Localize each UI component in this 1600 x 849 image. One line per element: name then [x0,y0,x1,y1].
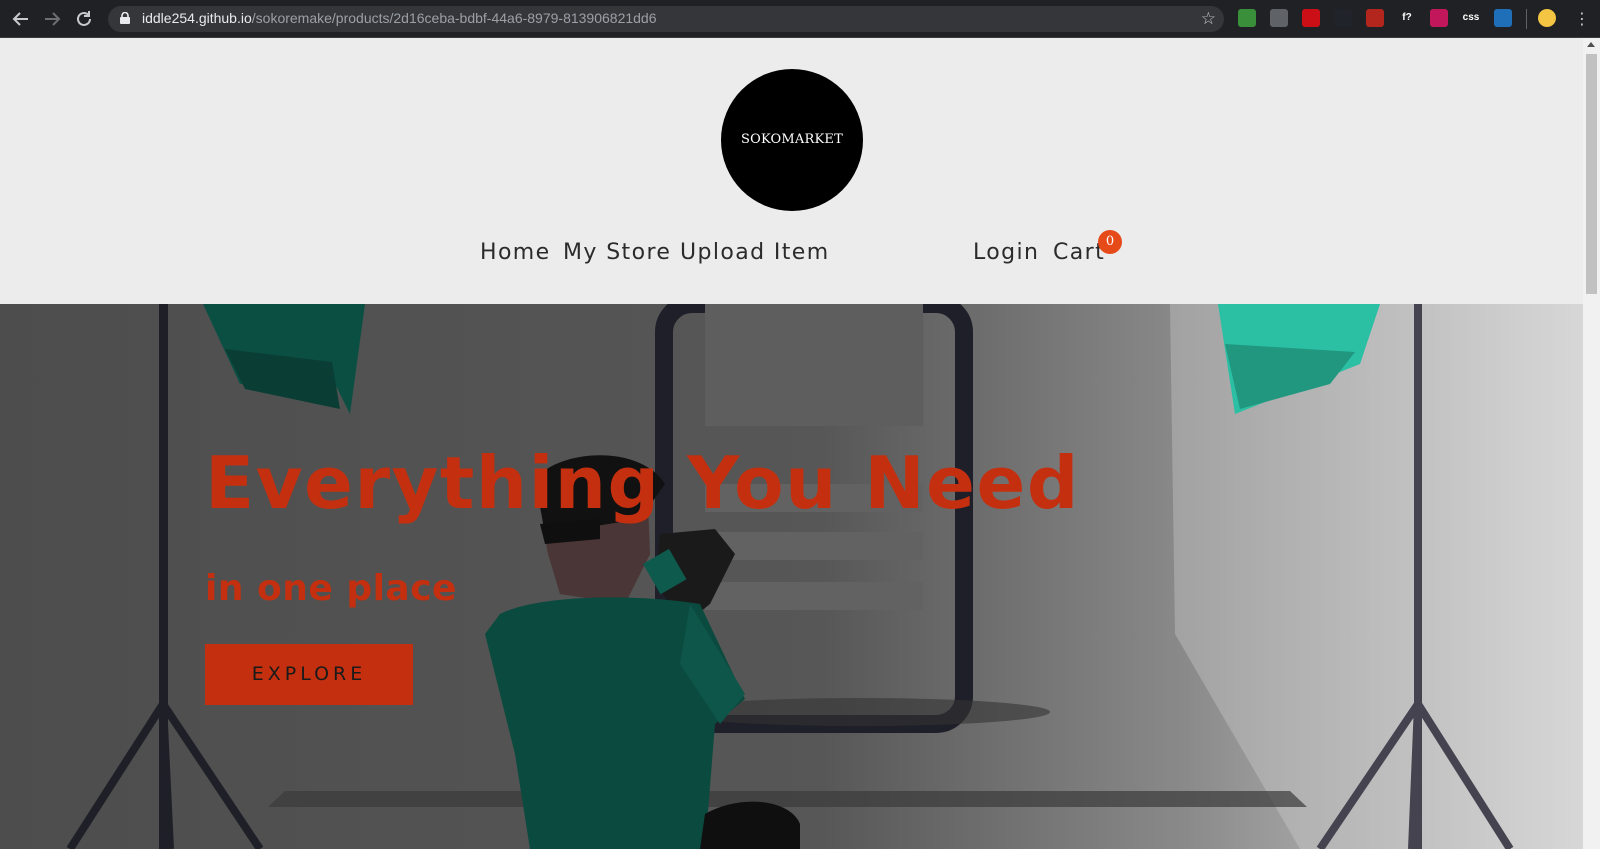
hero-section: Everything You Need in one place EXPLORE [0,304,1583,849]
css-extension-icon[interactable]: css [1462,9,1480,27]
reload-icon [77,11,91,26]
cart-count-badge: 0 [1098,230,1122,254]
nav-upload-item-link[interactable]: Upload Item [680,240,830,265]
address-bar[interactable]: iddle254.github.io/sokoremake/products/2… [108,6,1224,32]
opera-extension-icon[interactable] [1302,9,1320,27]
star-icon: ☆ [1200,9,1216,29]
nav-my-store-link[interactable]: My Store [563,240,671,265]
site-header: SOKOMARKET Home My Store Upload Item Log… [0,38,1583,304]
spinner-extension-icon[interactable] [1270,9,1288,27]
toolbar-divider [1526,9,1527,29]
scrollbar-thumb[interactable] [1586,54,1597,294]
arrow-left-icon [12,12,28,26]
css3-extension-icon[interactable] [1494,9,1512,27]
nav-home-link[interactable]: Home [480,240,551,265]
pink-extension-icon[interactable] [1430,9,1448,27]
scroll-up-arrow-icon[interactable] [1587,42,1595,47]
url-text: iddle254.github.io/sokoremake/products/2… [142,10,657,26]
site-logo[interactable]: SOKOMARKET [721,69,863,211]
more-vertical-icon: ⋮ [1574,9,1590,28]
back-button[interactable] [10,8,32,30]
forward-button[interactable] [41,8,63,30]
globe-extension-icon[interactable] [1238,9,1256,27]
redux-extension-icon[interactable] [1366,9,1384,27]
hero-title: Everything You Need [205,441,1080,525]
page-scrollbar[interactable] [1583,38,1600,849]
browser-toolbar: iddle254.github.io/sokoremake/products/2… [0,0,1600,38]
arrow-right-icon [45,12,61,26]
browser-menu-button[interactable]: ⋮ [1574,8,1590,30]
reload-button[interactable] [73,8,95,30]
avatar-extension-icon[interactable] [1538,9,1556,27]
bookmark-star-button[interactable]: ☆ [1201,8,1216,30]
nav-login-link[interactable]: Login [973,240,1039,265]
url-path: /sokoremake/products/2d16ceba-bdbf-44a6-… [251,10,657,26]
font-extension-icon[interactable]: f? [1398,9,1416,27]
page-viewport: SOKOMARKET Home My Store Upload Item Log… [0,38,1583,849]
hero-subtitle: in one place [205,568,457,609]
url-host: iddle254.github.io [142,10,252,26]
lock-icon [120,12,130,24]
react-extension-icon[interactable] [1334,9,1352,27]
explore-button[interactable]: EXPLORE [205,644,413,705]
